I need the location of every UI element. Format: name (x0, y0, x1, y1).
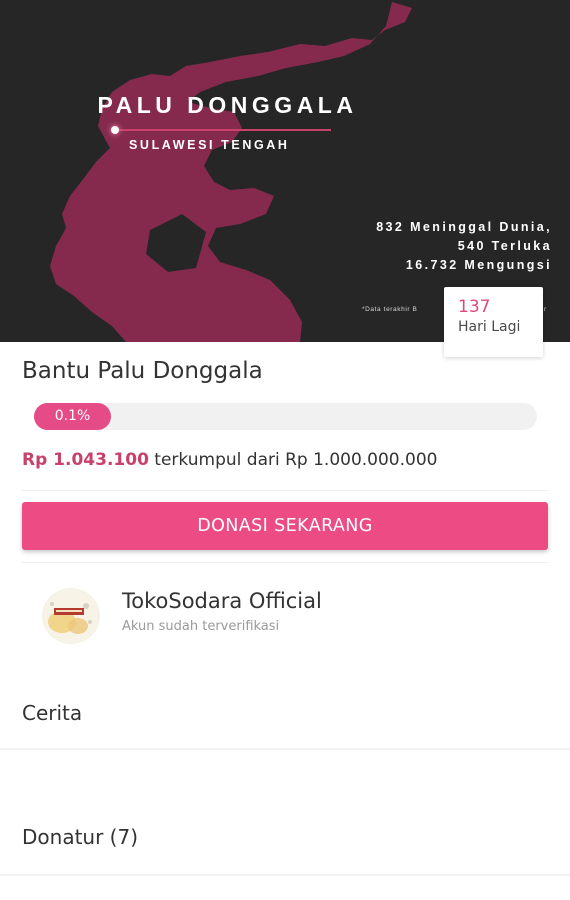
days-left-number: 137 (458, 297, 491, 317)
organizer-name[interactable]: TokoSodara Official (122, 589, 322, 613)
data-footnote: *Data terakhir B (362, 306, 418, 313)
campaign-title: Bantu Palu Donggala (22, 358, 263, 384)
stat-injured: 540 Terluka (457, 239, 552, 253)
section-divider (0, 748, 570, 750)
stat-deaths: 832 Meninggal Dunia, (376, 220, 552, 234)
days-left-card: 137 Hari Lagi (444, 287, 543, 357)
casualty-stats: 832 Meninggal Dunia, 540 Terluka 16.732 … (376, 218, 552, 275)
raised-summary: Rp 1.043.100 terkumpul dari Rp 1.000.000… (22, 450, 437, 470)
hero-title: PALU DONGGALA (97, 92, 358, 118)
location-dot-icon (111, 126, 119, 134)
divider (22, 562, 548, 563)
story-section-title[interactable]: Cerita (22, 701, 82, 725)
raised-amount: Rp 1.043.100 (22, 450, 149, 470)
days-left-label: Hari Lagi (458, 319, 521, 335)
hero-subtitle: SULAWESI TENGAH (129, 138, 290, 152)
section-divider (0, 874, 570, 876)
raised-target-text: terkumpul dari Rp 1.000.000.000 (148, 450, 438, 470)
stat-displaced: 16.732 Mengungsi (405, 258, 552, 272)
donate-now-button[interactable]: DONASI SEKARANG (22, 502, 548, 550)
divider (22, 490, 548, 491)
funding-progress-fill: 0.1% (34, 403, 111, 430)
donors-section-title[interactable]: Donatur (7) (22, 825, 138, 849)
organizer-avatar[interactable] (42, 588, 100, 644)
hero-divider-line (113, 129, 331, 131)
verified-status: Akun sudah terverifikasi (122, 619, 280, 634)
funding-progress-bar: 0.1% (34, 403, 537, 430)
data-footnote-tail: r (544, 306, 547, 313)
organizer-logo-icon (44, 589, 98, 643)
